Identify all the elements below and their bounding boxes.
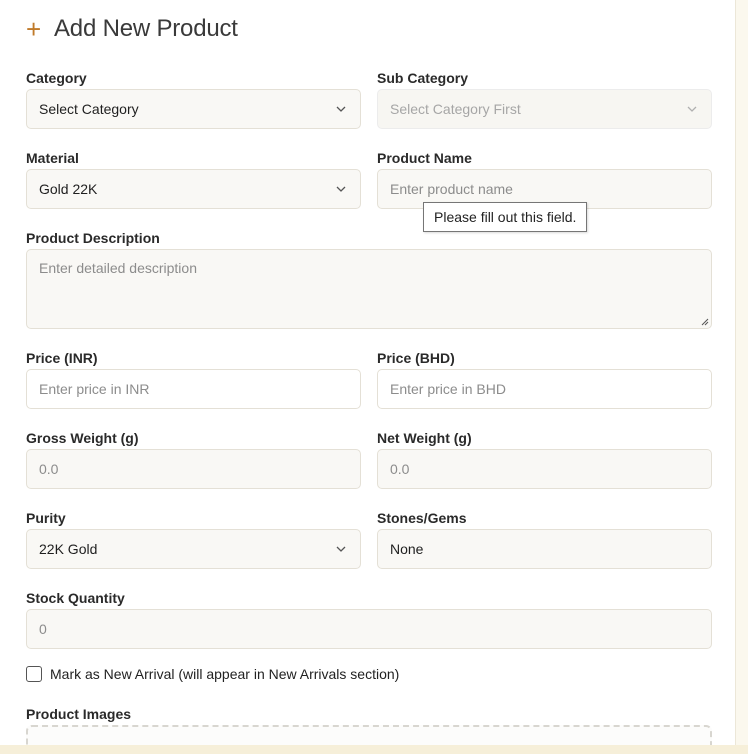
sub-category-select[interactable]: Select Category First (377, 89, 712, 129)
new-arrival-checkbox[interactable] (26, 666, 42, 682)
purity-select[interactable]: 22K Gold (26, 529, 361, 569)
add-product-card: + Add New Product Category Select Catego… (0, 0, 736, 746)
net-weight-label: Net Weight (g) (377, 430, 472, 446)
price-bhd-label: Price (BHD) (377, 350, 455, 366)
chevron-down-icon (336, 546, 346, 552)
price-inr-placeholder: Enter price in INR (39, 381, 150, 397)
stock-quantity-input[interactable]: 0 (26, 609, 712, 649)
stones-input-value: None (390, 541, 424, 557)
material-select-value: Gold 22K (39, 181, 98, 197)
chevron-down-icon (336, 186, 346, 192)
product-images-dropzone[interactable] (26, 725, 712, 745)
description-label: Product Description (26, 230, 160, 246)
gross-weight-label: Gross Weight (g) (26, 430, 139, 446)
page-title: Add New Product (54, 15, 238, 42)
category-select-value: Select Category (39, 101, 139, 117)
gross-weight-placeholder: 0.0 (39, 461, 59, 477)
new-arrival-label: Mark as New Arrival (will appear in New … (50, 666, 400, 682)
material-label: Material (26, 150, 79, 166)
stones-label: Stones/Gems (377, 510, 467, 526)
stock-quantity-placeholder: 0 (39, 621, 47, 637)
sub-category-label: Sub Category (377, 70, 469, 86)
stones-input[interactable]: None (377, 529, 712, 569)
product-name-placeholder: Enter product name (390, 181, 513, 197)
page-footer-band (0, 745, 748, 754)
chevron-down-icon (336, 106, 346, 112)
net-weight-placeholder: 0.0 (390, 461, 410, 477)
category-label: Category (26, 70, 87, 86)
price-bhd-placeholder: Enter price in BHD (390, 381, 506, 397)
product-name-label: Product Name (377, 150, 472, 166)
purity-label: Purity (26, 510, 66, 526)
gross-weight-input[interactable]: 0.0 (26, 449, 361, 489)
price-bhd-input[interactable]: Enter price in BHD (377, 369, 712, 409)
resize-handle-icon[interactable] (699, 316, 709, 326)
page-header: + Add New Product (26, 14, 238, 44)
plus-icon: + (26, 14, 42, 44)
price-inr-label: Price (INR) (26, 350, 98, 366)
purity-select-value: 22K Gold (39, 541, 98, 557)
chevron-down-icon (687, 106, 697, 112)
new-arrival-row[interactable]: Mark as New Arrival (will appear in New … (26, 666, 399, 682)
description-placeholder: Enter detailed description (39, 260, 197, 276)
sub-category-select-value: Select Category First (390, 101, 521, 117)
validation-tooltip: Please fill out this field. (423, 202, 588, 232)
description-textarea[interactable]: Enter detailed description (26, 249, 712, 329)
page-background (736, 0, 748, 754)
material-select[interactable]: Gold 22K (26, 169, 361, 209)
price-inr-input[interactable]: Enter price in INR (26, 369, 361, 409)
net-weight-input[interactable]: 0.0 (377, 449, 712, 489)
stock-quantity-label: Stock Quantity (26, 590, 125, 606)
category-select[interactable]: Select Category (26, 89, 361, 129)
product-images-label: Product Images (26, 706, 132, 722)
